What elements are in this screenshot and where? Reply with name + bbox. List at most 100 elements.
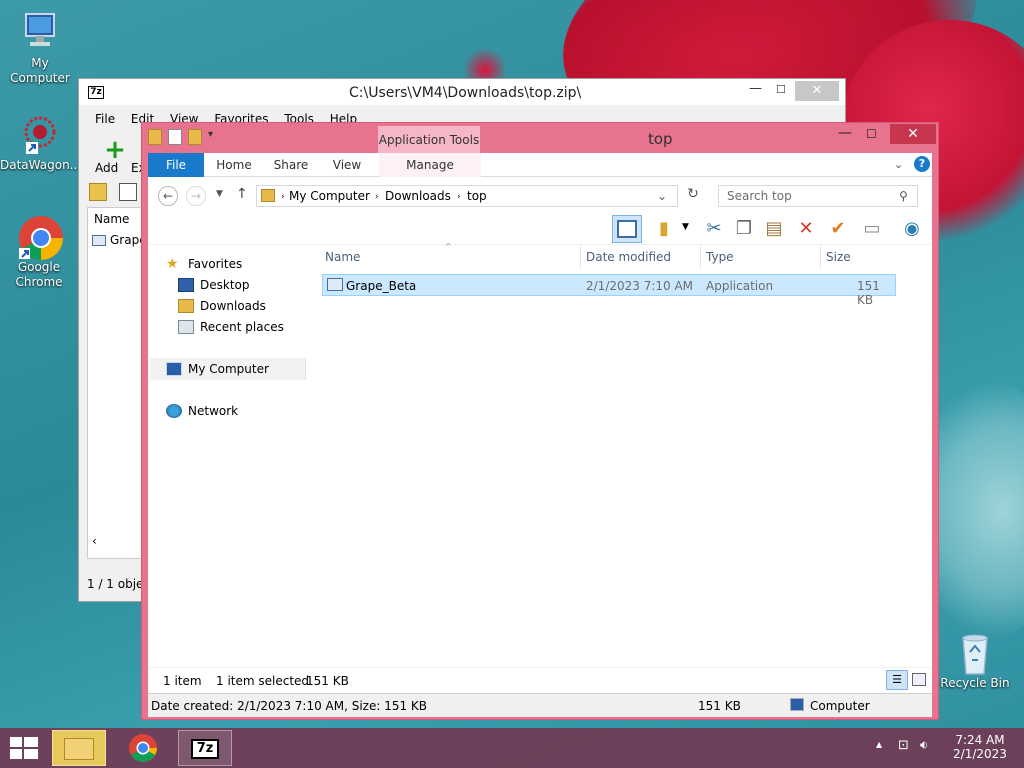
search-icon: ⚲ bbox=[899, 189, 908, 203]
breadcrumb-top[interactable]: top bbox=[467, 189, 487, 203]
properties-icon[interactable] bbox=[168, 129, 182, 145]
nav-desktop[interactable]: Desktop bbox=[178, 278, 250, 292]
file-name: Grape_Beta bbox=[346, 279, 417, 293]
paste-icon[interactable]: ▤ bbox=[762, 217, 786, 241]
minimize-icon[interactable]: — bbox=[838, 125, 852, 141]
folder-options-icon[interactable]: ▮ bbox=[652, 217, 676, 241]
chevron-down-icon[interactable]: ▼ bbox=[682, 222, 689, 232]
tab-home[interactable]: Home bbox=[210, 153, 258, 177]
tab-view[interactable]: View bbox=[324, 153, 370, 177]
clock-time: 7:24 AM bbox=[955, 733, 1005, 747]
nav-downloads[interactable]: Downloads bbox=[178, 299, 266, 313]
start-button[interactable] bbox=[10, 737, 38, 759]
desktop-icon-my-computer[interactable]: My Computer bbox=[0, 10, 80, 86]
downloads-folder-icon bbox=[178, 299, 194, 313]
nav-network[interactable]: Network bbox=[166, 404, 238, 418]
sevenzip-col-name[interactable]: Name bbox=[94, 212, 129, 226]
minimize-icon[interactable]: — bbox=[749, 81, 762, 96]
volume-icon[interactable]: 🔉︎ bbox=[920, 738, 928, 753]
selected-size: 151 KB bbox=[306, 674, 349, 688]
desktop-icon-chrome[interactable]: Google Chrome bbox=[0, 214, 79, 290]
sevenzip-file-list[interactable]: Name Grape ‹ bbox=[87, 207, 147, 559]
refresh-icon[interactable]: ↻ bbox=[682, 186, 704, 208]
file-row[interactable]: Grape_Beta 2/1/2023 7:10 AM Application … bbox=[322, 274, 896, 307]
details-view-icon[interactable]: ☰ bbox=[886, 670, 908, 690]
add-button[interactable]: + Add Ex bbox=[85, 135, 146, 179]
chrome-icon bbox=[17, 214, 63, 260]
network-status-icon[interactable]: ⊡ bbox=[898, 738, 909, 753]
nav-my-computer[interactable]: My Computer bbox=[166, 362, 269, 376]
column-divider[interactable] bbox=[580, 244, 581, 268]
column-size[interactable]: Size bbox=[826, 250, 851, 264]
sevenzip-icon: 7z bbox=[191, 739, 219, 759]
datawagon-icon bbox=[18, 112, 62, 156]
column-date-modified[interactable]: Date modified bbox=[586, 250, 671, 264]
maximize-icon[interactable]: ☐ bbox=[776, 83, 786, 96]
cut-icon[interactable]: ✂ bbox=[702, 217, 726, 241]
back-button[interactable]: ← bbox=[158, 186, 178, 206]
copy-path-icon[interactable] bbox=[119, 183, 137, 201]
nav-favorites[interactable]: ★ Favorites bbox=[166, 257, 242, 271]
rename-icon[interactable]: ✔ bbox=[826, 217, 850, 241]
show-hidden-icons-icon[interactable]: ▲ bbox=[876, 740, 882, 749]
chevron-down-icon[interactable]: ⌄ bbox=[894, 158, 903, 171]
menu-file[interactable]: File bbox=[95, 112, 115, 126]
tab-file[interactable]: File bbox=[148, 153, 204, 177]
application-icon bbox=[327, 278, 343, 291]
chevron-down-icon[interactable]: ⌄ bbox=[657, 189, 667, 203]
sort-up-icon: ^ bbox=[445, 242, 452, 251]
plus-icon: + bbox=[104, 135, 126, 165]
forward-button[interactable]: → bbox=[186, 186, 206, 206]
address-row: ← → ▼ ↑ › My Computer › Downloads › top … bbox=[148, 177, 932, 213]
explorer-titlebar[interactable]: ▾ Application Tools top — ☐ ✕ bbox=[142, 123, 938, 154]
address-bar[interactable]: › My Computer › Downloads › top ⌄ bbox=[256, 185, 678, 207]
desktop-icon-recycle-bin[interactable]: Recycle Bin bbox=[935, 630, 1015, 691]
taskbar-file-explorer[interactable] bbox=[52, 730, 106, 766]
explorer-close-button[interactable]: ✕ bbox=[890, 124, 936, 144]
chevron-down-icon[interactable]: ▾ bbox=[208, 129, 213, 145]
preview-pane-icon[interactable] bbox=[612, 215, 642, 243]
shell-icon[interactable]: ◉ bbox=[900, 217, 924, 241]
delete-icon[interactable]: ✕ bbox=[794, 217, 818, 241]
file-date: 2/1/2023 7:10 AM bbox=[586, 279, 694, 293]
details-created: Date created: 2/1/2023 7:10 AM, Size: 15… bbox=[151, 699, 428, 713]
explorer-content: ★ Favorites Desktop Downloads Recent pla… bbox=[148, 245, 932, 667]
properties-icon[interactable]: ▭ bbox=[860, 217, 884, 241]
app-file-icon bbox=[92, 235, 106, 246]
up-arrow-icon[interactable]: ↑ bbox=[236, 186, 248, 202]
maximize-icon[interactable]: ☐ bbox=[866, 127, 877, 141]
column-divider[interactable] bbox=[700, 244, 701, 268]
recent-locations-icon[interactable]: ▼ bbox=[216, 189, 223, 199]
search-input[interactable]: Search top ⚲ bbox=[718, 185, 918, 207]
help-icon[interactable]: ? bbox=[914, 156, 930, 172]
breadcrumb-my-computer[interactable]: My Computer bbox=[289, 189, 370, 203]
quick-access-toolbar: ▾ bbox=[148, 129, 213, 145]
tab-share[interactable]: Share bbox=[268, 153, 314, 177]
large-icons-view-icon[interactable] bbox=[912, 673, 926, 686]
sevenzip-titlebar[interactable]: 7z C:\Users\VM4\Downloads\top.zip\ — ☐ ✕ bbox=[79, 79, 845, 105]
new-folder-icon[interactable] bbox=[188, 129, 202, 145]
tab-manage[interactable]: Manage bbox=[379, 153, 481, 177]
breadcrumb-downloads[interactable]: Downloads bbox=[385, 189, 451, 203]
details-size: 151 KB bbox=[698, 699, 741, 713]
up-folder-icon[interactable] bbox=[89, 183, 107, 201]
sevenzip-close-button[interactable]: ✕ bbox=[795, 81, 839, 101]
column-divider[interactable] bbox=[820, 244, 821, 268]
desktop-icon-datawagon[interactable]: DataWagon... bbox=[0, 112, 81, 173]
nav-recent-places[interactable]: Recent places bbox=[178, 320, 284, 334]
sevenzip-title: C:\Users\VM4\Downloads\top.zip\ bbox=[349, 85, 582, 101]
taskbar-chrome[interactable] bbox=[116, 730, 170, 766]
clock[interactable]: 7:24 AM 2/1/2023 bbox=[948, 733, 1012, 761]
taskbar-7zip[interactable]: 7z bbox=[178, 730, 232, 766]
copy-icon[interactable]: ❐ bbox=[732, 217, 756, 241]
column-type[interactable]: Type bbox=[706, 250, 734, 264]
ribbon-tabs: File Home Share View Manage ⌄ ? bbox=[148, 153, 932, 177]
file-explorer-icon bbox=[64, 738, 94, 760]
recent-places-icon bbox=[178, 320, 194, 334]
application-tools-label: Application Tools bbox=[378, 126, 480, 154]
details-location: Computer bbox=[810, 699, 870, 713]
folder-icon[interactable] bbox=[148, 129, 162, 145]
scroll-left-icon[interactable]: ‹ bbox=[92, 534, 97, 548]
column-name[interactable]: Name bbox=[325, 250, 360, 264]
explorer-window[interactable]: ▾ Application Tools top — ☐ ✕ File Home … bbox=[141, 122, 939, 720]
